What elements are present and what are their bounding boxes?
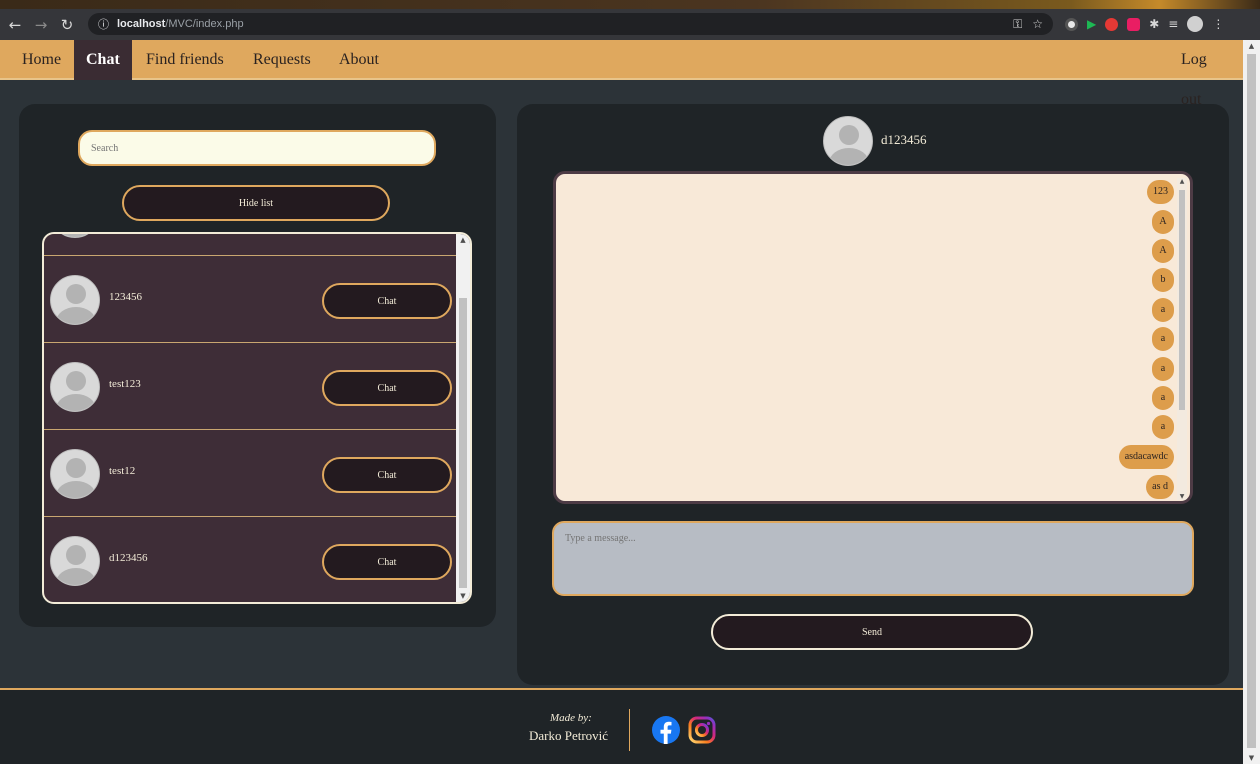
back-arrow-icon[interactable]: ← <box>4 16 26 34</box>
footer-divider <box>629 709 630 751</box>
address-bar[interactable]: ⓘ localhost/MVC/index.php ⚿ ☆ <box>88 13 1053 35</box>
puzzle-icon[interactable]: ✱ <box>1149 17 1159 31</box>
scroll-up-icon[interactable]: ▲ <box>456 234 470 246</box>
nav-requests[interactable]: Requests <box>241 40 323 80</box>
scrollbar-thumb[interactable] <box>1179 190 1185 410</box>
chat-button[interactable]: Chat <box>322 544 452 580</box>
contact-avatar <box>823 116 873 166</box>
friend-name: test12 <box>109 465 136 477</box>
extension-icon[interactable] <box>1105 17 1119 31</box>
message-bubble: 123 <box>1147 180 1174 204</box>
message-bubble: as d <box>1146 475 1174 499</box>
footer: Made by: Darko Petrović <box>0 688 1243 764</box>
scroll-up-icon[interactable]: ▲ <box>1177 178 1187 185</box>
nav-find-friends[interactable]: Find friends <box>134 40 236 80</box>
scroll-up-icon[interactable]: ▲ <box>1243 42 1260 50</box>
message-bubble: b <box>1152 268 1174 292</box>
menu-dots-icon[interactable]: ⋮ <box>1212 17 1224 31</box>
instagram-icon[interactable] <box>688 716 716 744</box>
site-navbar: Home Chat Find friends Requests About Lo… <box>0 40 1243 108</box>
nav-home[interactable]: Home <box>10 40 73 80</box>
forward-arrow-icon[interactable]: → <box>30 16 52 34</box>
info-icon[interactable]: ⓘ <box>98 16 109 32</box>
playlist-icon[interactable]: ≡ <box>1168 17 1178 31</box>
message-bubble: a <box>1152 327 1174 351</box>
message-list[interactable]: 123 A A b a a a a a asdacawdc as d ▲ ▼ <box>553 171 1193 504</box>
list-item: test12 Chat <box>44 429 458 516</box>
message-input[interactable] <box>552 521 1194 596</box>
omnibox-actions: ⚿ ☆ <box>1013 13 1043 35</box>
message-bubble: a <box>1152 415 1174 439</box>
scroll-down-icon[interactable]: ▼ <box>1243 754 1260 762</box>
url-host: localhost <box>117 18 166 30</box>
message-bubble: asdacawdc <box>1118 445 1174 469</box>
nav-about[interactable]: About <box>327 40 391 80</box>
extension-icon[interactable] <box>1065 17 1078 31</box>
friends-panel: Hide list 123456 Chat test123 Chat test1… <box>19 104 496 627</box>
avatar <box>50 449 100 499</box>
hide-list-button[interactable]: Hide list <box>122 185 390 221</box>
avatar <box>50 362 100 412</box>
conversation-panel: d123456 123 A A b a a a a a asdacawdc as… <box>517 104 1229 685</box>
chat-button[interactable]: Chat <box>322 457 452 493</box>
key-icon[interactable]: ⚿ <box>1013 17 1022 32</box>
nav-chat[interactable]: Chat <box>74 40 132 80</box>
friends-list[interactable]: 123456 Chat test123 Chat test12 Chat d12… <box>42 232 472 604</box>
message-bubble: A <box>1152 210 1174 234</box>
profile-avatar[interactable] <box>1187 16 1204 32</box>
contact-name: d123456 <box>881 132 927 147</box>
extension-icons: ▶ ✱ ≡ ⋮ <box>1065 13 1224 35</box>
made-by-label: Made by: <box>550 712 592 724</box>
message-bubble: a <box>1152 357 1174 381</box>
url-path: /MVC/index.php <box>165 18 244 30</box>
list-item: 123456 Chat <box>44 255 458 342</box>
avatar <box>50 275 100 325</box>
scrollbar-thumb[interactable] <box>459 298 467 588</box>
scroll-down-icon[interactable]: ▼ <box>456 590 470 602</box>
facebook-icon[interactable] <box>652 716 680 744</box>
avatar <box>50 234 100 238</box>
avatar <box>50 536 100 586</box>
author-name: Darko Petrović <box>529 728 609 743</box>
list-item: d123456 Chat <box>44 516 458 602</box>
friend-name: 123456 <box>109 291 142 303</box>
search-input[interactable] <box>78 130 436 166</box>
play-extension-icon[interactable]: ▶ <box>1087 17 1096 31</box>
tab-strip <box>0 0 1260 9</box>
scroll-down-icon[interactable]: ▼ <box>1177 493 1187 500</box>
reload-icon[interactable]: ↻ <box>56 16 78 34</box>
list-item: test123 Chat <box>44 342 458 429</box>
message-bubble: a <box>1152 298 1174 322</box>
extension-icon[interactable] <box>1127 17 1141 31</box>
scrollbar-thumb[interactable] <box>1247 54 1256 748</box>
friend-name: test123 <box>109 378 141 390</box>
friend-name: d123456 <box>109 552 148 564</box>
message-bubble: A <box>1152 239 1174 263</box>
page-scrollbar[interactable]: ▲ ▼ <box>1243 40 1260 764</box>
list-item <box>44 234 458 255</box>
browser-chrome: ← → ↻ ⓘ localhost/MVC/index.php ⚿ ☆ ▶ ✱ … <box>0 0 1260 40</box>
star-icon[interactable]: ☆ <box>1032 17 1043 31</box>
logout-link[interactable]: Log out <box>1169 40 1243 108</box>
chat-button[interactable]: Chat <box>322 283 452 319</box>
message-bubble: a <box>1152 386 1174 410</box>
browser-toolbar: ← → ↻ ⓘ localhost/MVC/index.php ⚿ ☆ ▶ ✱ … <box>0 9 1260 40</box>
send-button[interactable]: Send <box>711 614 1033 650</box>
messages-scrollbar[interactable]: ▲ ▼ <box>1177 178 1187 500</box>
chat-button[interactable]: Chat <box>322 370 452 406</box>
friends-scrollbar[interactable]: ▲ ▼ <box>456 234 470 602</box>
